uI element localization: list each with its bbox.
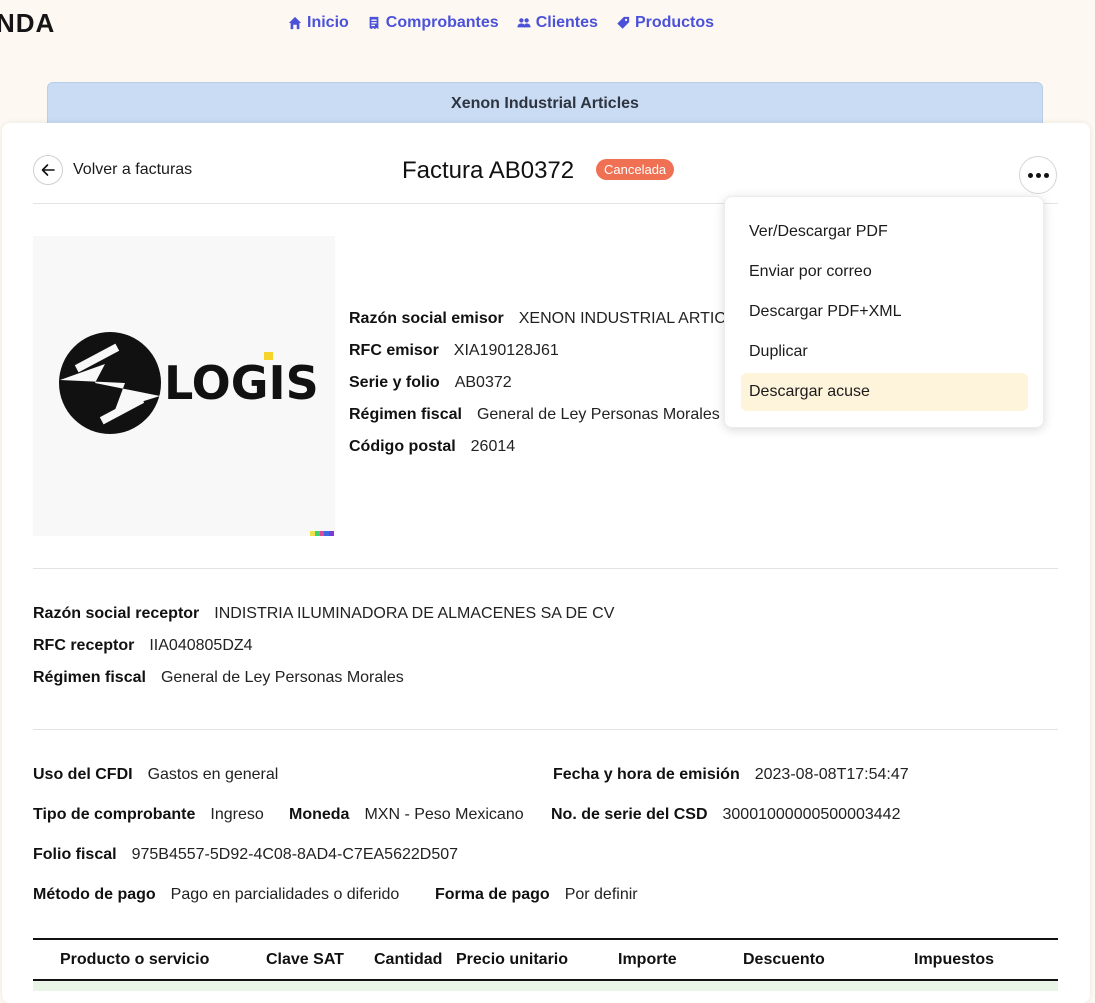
- divider: [33, 568, 1058, 569]
- back-arrow-icon: [33, 155, 63, 185]
- receptor-rfc: RFC receptor IIA040805DZ4: [33, 637, 253, 654]
- logo-mark-icon: LOGIS: [59, 332, 319, 434]
- uso-cfdi: Uso del CFDI Gastos en general: [33, 766, 279, 783]
- back-label: Volver a facturas: [73, 161, 193, 178]
- receipt-icon: [369, 16, 379, 30]
- moneda: Moneda MXN - Peso Mexicano: [289, 806, 524, 823]
- nav-clientes-label: Clientes: [535, 14, 598, 31]
- serie-csd: No. de serie del CSD 30001000000500003442: [551, 806, 901, 823]
- dot-icon: [1035, 172, 1041, 178]
- more-options-button[interactable]: [1019, 156, 1057, 194]
- fecha-emision: Fecha y hora de emisión 2023-08-08T17:54:…: [553, 766, 909, 783]
- svg-text:LOGIS: LOGIS: [164, 356, 319, 410]
- menu-item-descargar-acuse[interactable]: Descargar acuse: [741, 373, 1028, 411]
- col-header-producto: Producto o servicio: [60, 951, 210, 968]
- receptor-regimen: Régimen fiscal General de Ley Personas Mo…: [33, 669, 404, 686]
- home-icon: [288, 16, 302, 30]
- nav-inicio[interactable]: Inicio: [288, 14, 349, 32]
- tag-icon: [617, 16, 630, 29]
- back-to-invoices-button[interactable]: Volver a facturas: [33, 155, 192, 185]
- col-header-cantidad: Cantidad: [374, 951, 443, 968]
- divider: [33, 729, 1058, 730]
- company-logo: LOGIS: [33, 236, 335, 536]
- options-dropdown-menu: Ver/Descargar PDF Enviar por correo Desc…: [724, 196, 1044, 428]
- menu-item-descargar-pdf-xml[interactable]: Descargar PDF+XML: [741, 293, 1028, 331]
- users-icon: [517, 18, 531, 28]
- col-header-descuento: Descuento: [743, 951, 825, 968]
- status-badge: Cancelada: [596, 159, 675, 180]
- dot-icon: [1043, 172, 1049, 178]
- col-header-importe: Importe: [618, 951, 677, 968]
- tipo-comprobante: Tipo de comprobante Ingreso: [33, 806, 264, 823]
- col-header-precio-unitario: Precio unitario: [456, 951, 569, 968]
- receptor-razon-social: Razón social receptor INDISTRIA ILUMINADO…: [33, 605, 615, 622]
- nav-clientes[interactable]: Clientes: [517, 14, 598, 32]
- nav-productos-label: Productos: [634, 14, 715, 31]
- menu-item-duplicar[interactable]: Duplicar: [741, 333, 1028, 371]
- col-header-impuestos: Impuestos: [914, 951, 995, 968]
- emisor-serie-folio: Serie y folio AB0372: [349, 374, 512, 391]
- nav-inicio-label: Inicio: [307, 14, 349, 31]
- color-strip: [310, 531, 334, 536]
- metodo-pago: Método de pago Pago en parcialidades o di…: [33, 886, 400, 903]
- menu-item-ver-pdf[interactable]: Ver/Descargar PDF: [741, 213, 1028, 251]
- company-name-bar: Xenon Industrial Articles: [47, 82, 1043, 126]
- folio-fiscal: Folio fiscal 975B4557-5D92-4C08-8AD4-C7EA…: [33, 846, 459, 863]
- forma-pago: Forma de pago Por definir: [435, 886, 638, 903]
- emisor-codigo-postal: Código postal 26014: [349, 438, 516, 455]
- nav-comprobantes-label: Comprobantes: [385, 14, 499, 31]
- page-title: Factura AB0372: [402, 157, 575, 184]
- main-nav: Inicio Comprobantes Clientes Productos: [288, 14, 714, 32]
- menu-item-enviar-correo[interactable]: Enviar por correo: [741, 253, 1028, 291]
- nav-comprobantes[interactable]: Comprobantes: [367, 14, 499, 32]
- emisor-regimen: Régimen fiscal General de Ley Personas Mo…: [349, 406, 720, 423]
- emisor-razon-social: Razón social emisor XENON INDUSTRIAL ARTI…: [349, 310, 757, 327]
- emisor-rfc: RFC emisor XIA190128J61: [349, 342, 559, 359]
- nav-productos[interactable]: Productos: [616, 14, 714, 32]
- table-top-border: [33, 938, 1058, 940]
- brand-logo[interactable]: NDA: [0, 8, 55, 39]
- col-header-clave-sat: Clave SAT: [266, 951, 344, 968]
- table-row: [33, 981, 1058, 991]
- dot-icon: [1027, 172, 1033, 178]
